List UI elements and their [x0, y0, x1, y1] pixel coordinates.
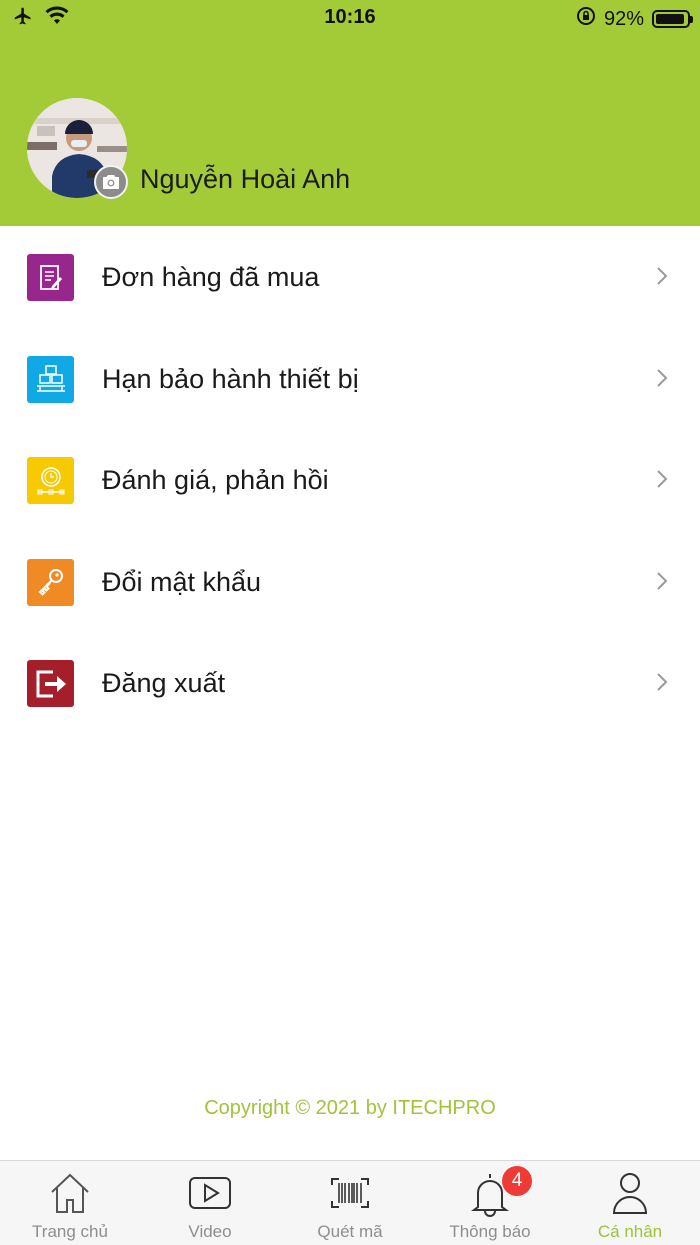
- tab-label: Quét mã: [317, 1222, 383, 1241]
- status-bar: 10:16 92%: [0, 0, 700, 40]
- tab-label: Video: [188, 1222, 232, 1241]
- notification-count-badge: 4: [502, 1166, 532, 1196]
- tab-label: Cá nhân: [597, 1222, 663, 1241]
- copyright-text: Copyright © 2021 by ITECHPRO: [204, 1097, 496, 1119]
- home-icon: [49, 1171, 91, 1220]
- tab-profile[interactable]: Cá nhân: [560, 1161, 700, 1245]
- chevron-right-icon: [656, 266, 668, 291]
- logout-icon: [27, 660, 74, 707]
- profile-header: 10:16 92% Nguyễn Hoài Anh: [0, 0, 700, 226]
- menu-item-label: Đánh giá, phản hồi: [102, 465, 329, 495]
- menu-item-purchased-orders[interactable]: Đơn hàng đã mua: [0, 226, 700, 328]
- menu-item-change-password[interactable]: Đổi mật khẩu: [0, 531, 700, 633]
- chevron-right-icon: [656, 368, 668, 393]
- warranty-boxes-icon: [27, 355, 74, 403]
- tab-video[interactable]: Video: [140, 1161, 280, 1245]
- tab-label: Trang chủ: [32, 1222, 108, 1241]
- chevron-right-icon: [656, 672, 668, 697]
- tab-label: Thông báo: [449, 1222, 531, 1241]
- bottom-tab-bar: Trang chủ Video Quét mã Thông báo Cá nhâ…: [0, 1160, 700, 1245]
- feedback-clock-icon: [27, 457, 74, 504]
- battery-icon: [652, 10, 693, 28]
- orientation-lock-icon: [576, 6, 596, 32]
- menu-item-label: Đăng xuất: [102, 668, 226, 698]
- menu-item-feedback[interactable]: Đánh giá, phản hồi: [0, 429, 700, 531]
- key-icon: [27, 558, 74, 606]
- camera-icon[interactable]: [94, 165, 128, 199]
- battery-percent: 92%: [603, 7, 644, 30]
- menu-item-label: Hạn bảo hành thiết bị: [102, 363, 359, 394]
- menu-item-warranty[interactable]: Hạn bảo hành thiết bị: [0, 328, 700, 430]
- order-list-icon: [27, 254, 74, 301]
- menu-item-label: Đơn hàng đã mua: [102, 262, 320, 292]
- person-icon: [610, 1171, 650, 1222]
- tab-notifications[interactable]: Thông báo: [420, 1161, 560, 1245]
- chevron-right-icon: [656, 571, 668, 596]
- chevron-right-icon: [656, 469, 668, 494]
- tab-home[interactable]: Trang chủ: [0, 1161, 140, 1245]
- tab-scan[interactable]: Quét mã: [280, 1161, 420, 1245]
- profile-name: Nguyễn Hoài Anh: [140, 164, 351, 194]
- menu-item-logout[interactable]: Đăng xuất: [0, 632, 700, 734]
- video-play-icon: [188, 1171, 232, 1220]
- account-menu: Đơn hàng đã mua Hạn bảo hành thiết bị Đá…: [0, 226, 700, 734]
- menu-item-label: Đổi mật khẩu: [102, 566, 262, 597]
- barcode-scan-icon: [330, 1171, 370, 1220]
